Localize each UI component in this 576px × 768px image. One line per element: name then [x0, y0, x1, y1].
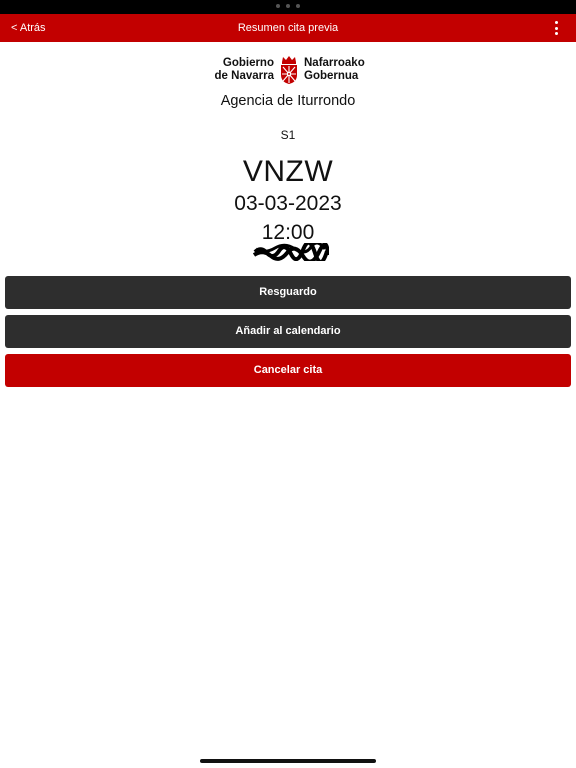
logo-right-line2: Gobernua [304, 70, 359, 82]
redacted-text-scribble [253, 243, 329, 261]
appointment-time: 12:00 [261, 221, 315, 244]
office-code: S1 [280, 128, 296, 142]
gobierno-de-navarra-logo: Gobierno de Navarra Nafarroako Gobernua [214, 55, 365, 91]
nav-bar: < Atrás Resumen cita previa [0, 14, 576, 42]
navarra-coat-of-arms-icon [281, 56, 297, 84]
logo-left-line2: de Navarra [214, 70, 274, 82]
status-bar [0, 0, 576, 14]
agency-name: Agencia de Iturrondo [220, 93, 356, 109]
appointment-code: VNZW [242, 155, 334, 188]
receipt-button[interactable]: Resguardo [5, 276, 571, 309]
page-title: Resumen cita previa [237, 22, 339, 34]
add-to-calendar-button[interactable]: Añadir al calendario [5, 315, 571, 348]
back-button[interactable]: < Atrás [11, 14, 46, 42]
kebab-menu-icon[interactable] [548, 21, 564, 35]
logo-right-text: Nafarroako Gobernua [304, 57, 365, 83]
logo-left-line1: Gobierno [222, 57, 274, 69]
home-indicator[interactable] [200, 759, 376, 763]
logo-right-line1: Nafarroako [304, 57, 365, 69]
status-dots [276, 4, 300, 8]
cancel-appointment-button[interactable]: Cancelar cita [5, 354, 571, 387]
appointment-date: 03-03-2023 [234, 192, 342, 215]
logo-left-text: Gobierno de Navarra [214, 57, 274, 83]
